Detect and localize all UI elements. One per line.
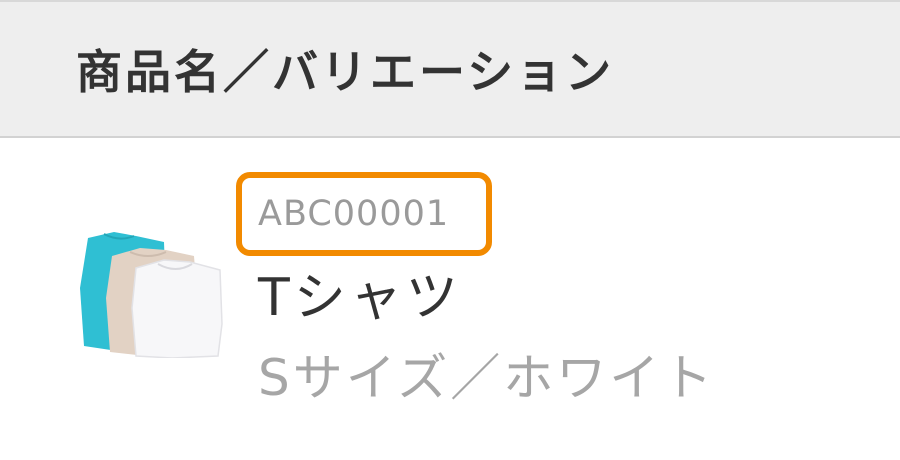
- product-sku: ABC00001: [258, 194, 450, 234]
- table-row[interactable]: ABC00001 Tシャツ Sサイズ／ホワイト: [0, 138, 900, 460]
- white-tshirt: [131, 259, 223, 358]
- product-name[interactable]: Tシャツ: [258, 268, 462, 328]
- table-header: 商品名／バリエーション: [0, 2, 900, 138]
- product-table: 商品名／バリエーション ABC00001 Tシャツ Sサイズ／ホワイト: [0, 0, 900, 460]
- column-header-product-name: 商品名／バリエーション: [76, 45, 615, 99]
- tshirt-thumbnail-icon: [80, 232, 223, 358]
- product-variation: Sサイズ／ホワイト: [258, 349, 716, 407]
